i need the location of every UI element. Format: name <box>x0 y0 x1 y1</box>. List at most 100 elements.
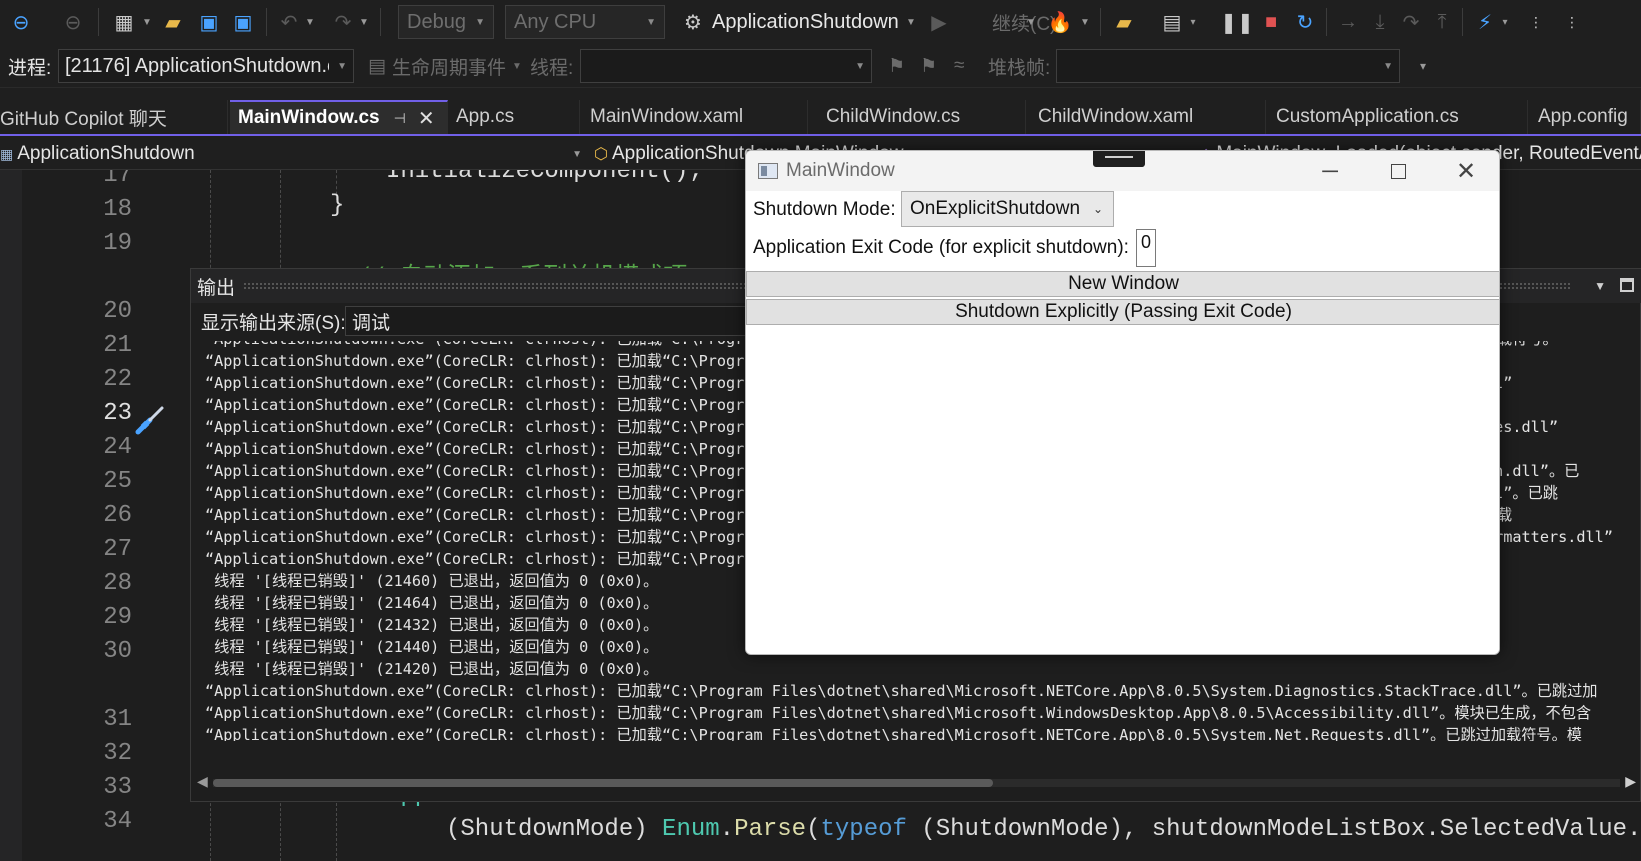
undo-icon[interactable]: ↶ <box>276 0 302 44</box>
chevron-down-icon: ⌄ <box>1092 202 1103 216</box>
hot-reload-dropdown-icon[interactable]: ▼ <box>1078 0 1092 44</box>
new-project-icon[interactable]: ▦ <box>110 0 138 44</box>
horizontal-scrollbar[interactable]: ◀ ▶ <box>191 769 1641 795</box>
tab-label: MainWindow.cs <box>238 107 380 128</box>
flag-icon[interactable]: ⚑ <box>888 44 905 88</box>
chevron-down-icon: ▼ <box>855 60 865 72</box>
class-icon: ⬡ <box>594 146 608 163</box>
tab-label: CustomApplication.cs <box>1276 106 1459 127</box>
output-line: “ApplicationShutdown.exe”(CoreCLR: clrho… <box>205 682 1598 700</box>
pause-icon[interactable]: ❚❚ <box>1220 0 1254 44</box>
step-over-icon[interactable]: ↷ <box>1398 0 1424 44</box>
exit-code-input[interactable]: 0 <box>1136 229 1156 267</box>
layout-dropdown-icon[interactable]: ▾ <box>1188 0 1198 44</box>
configuration-value: Debug <box>407 10 466 33</box>
platform-combo[interactable]: Any CPU ▼ <box>505 5 665 39</box>
output-source-value: 调试 <box>352 312 391 334</box>
open-folder-icon[interactable]: ▰ <box>160 0 186 44</box>
tab-customapplication-cs[interactable]: CustomApplication.cs <box>1268 100 1528 134</box>
startup-project-selector[interactable]: ApplicationShutdown <box>712 0 899 44</box>
code-token: typeof <box>820 816 907 843</box>
window-layout-icon[interactable]: ▤ <box>1158 0 1186 44</box>
code-token: ( <box>806 816 821 843</box>
close-icon[interactable]: ✕ <box>418 106 435 131</box>
maximize-icon[interactable] <box>1620 278 1634 292</box>
chevron-down-icon: ▼ <box>572 148 582 160</box>
new-window-button[interactable]: New Window <box>746 271 1499 297</box>
startup-project-dropdown-icon[interactable]: ▼ <box>904 0 918 44</box>
process-combo[interactable]: [21176] ApplicationShutdown.exe ▼ <box>58 49 354 83</box>
toolbar-options-icon[interactable]: ▾ <box>1420 44 1426 88</box>
minimize-icon[interactable]: ─ <box>1296 151 1364 191</box>
stop-icon[interactable]: ■ <box>1258 0 1284 44</box>
hot-reload-icon[interactable]: 🔥 <box>1046 0 1074 44</box>
tab-mainwindow-xaml[interactable]: MainWindow.xaml <box>582 100 808 134</box>
redo-icon[interactable]: ↷ <box>330 0 356 44</box>
navigate-back-icon[interactable]: ⊖ <box>8 0 34 44</box>
line-number: 19 <box>103 230 132 257</box>
shutdown-mode-value: OnExplicitShutdown <box>910 198 1081 219</box>
tab-mainwindow-cs[interactable]: MainWindow.cs ⊣ ✕ <box>230 100 448 134</box>
scroll-right-icon[interactable]: ▶ <box>1625 773 1636 790</box>
shutdown-explicitly-button[interactable]: Shutdown Explicitly (Passing Exit Code) <box>746 299 1499 325</box>
diagnostic-tools-icon[interactable]: ⚡ <box>1472 0 1498 44</box>
line-number: 21 <box>103 332 132 359</box>
new-project-dropdown-icon[interactable]: ▼ <box>140 0 154 44</box>
tab-copilot-chat[interactable]: GitHub Copilot 聊天 <box>0 100 228 134</box>
lifecycle-events-icon[interactable]: ▤ <box>368 44 386 88</box>
debug-toolbar-grip[interactable] <box>1093 151 1145 167</box>
line-number: 18 <box>103 196 132 223</box>
line-number: 23 <box>103 400 132 427</box>
line-number: 22 <box>103 366 132 393</box>
close-icon[interactable]: ✕ <box>1432 151 1499 191</box>
restart-icon[interactable]: ↻ <box>1292 0 1318 44</box>
toolbar-overflow-icon[interactable]: ⋮ <box>1524 0 1548 44</box>
window-icon <box>758 163 778 179</box>
diagnostics-dropdown-icon[interactable]: ▾ <box>1500 0 1510 44</box>
save-icon[interactable]: ▣ <box>196 0 222 44</box>
redo-dropdown-icon[interactable]: ▼ <box>358 0 370 44</box>
screwdriver-icon[interactable] <box>132 402 168 438</box>
step-into-icon[interactable]: ⤓ <box>1368 0 1392 44</box>
undo-dropdown-icon[interactable]: ▼ <box>304 0 316 44</box>
show-threads-icon[interactable]: ≈ <box>954 44 964 88</box>
save-all-icon[interactable]: ▣ <box>230 0 256 44</box>
step-out-icon[interactable]: ⤒ <box>1430 0 1454 44</box>
output-line: 线程 '[线程已销毁]' (21432) 已退出，返回值为 0 (0x0)。 <box>205 616 659 634</box>
shutdown-mode-label: Shutdown Mode: <box>753 199 896 220</box>
window-title: MainWindow <box>786 160 895 181</box>
window-titlebar[interactable]: MainWindow ─ ✕ <box>746 151 1499 191</box>
navigate-forward-icon[interactable]: ⊖ <box>60 0 86 44</box>
tab-app-config[interactable]: App.config <box>1530 100 1641 134</box>
tab-app-cs[interactable]: App.cs <box>448 100 580 134</box>
tab-label: GitHub Copilot 聊天 <box>0 108 167 130</box>
chevron-down-icon: ▼ <box>1383 60 1393 72</box>
scroll-track[interactable] <box>213 779 1620 787</box>
maximize-icon[interactable] <box>1364 151 1432 191</box>
lifecycle-dropdown-icon[interactable]: ▼ <box>512 44 522 88</box>
play-icon[interactable]: ▶ <box>926 0 952 44</box>
debug-location-toolbar: 进程: [21176] ApplicationShutdown.exe ▼ ▤ … <box>0 44 1641 88</box>
tab-childwindow-cs[interactable]: ChildWindow.cs <box>818 100 1026 134</box>
stackframe-combo[interactable]: ▼ <box>1056 49 1400 83</box>
lifecycle-events-button[interactable]: 生命周期事件 <box>392 44 506 88</box>
thread-combo[interactable]: ▼ <box>580 49 872 83</box>
continue-dropdown-icon[interactable]: ▼ <box>1024 0 1038 44</box>
toolbar-overflow-icon-2[interactable]: ⋮ <box>1560 0 1584 44</box>
show-next-statement-icon[interactable]: → <box>1336 0 1360 44</box>
shutdown-mode-combo[interactable]: OnExplicitShutdown ⌄ <box>901 191 1114 227</box>
folder-search-icon[interactable]: ▰ <box>1110 0 1138 44</box>
stackframe-label: 堆栈帧: <box>988 57 1051 79</box>
flag-all-icon[interactable]: ⚑ <box>920 44 937 88</box>
scroll-left-icon[interactable]: ◀ <box>197 773 208 790</box>
scroll-thumb[interactable] <box>213 779 993 787</box>
window-position-dropdown-icon[interactable]: ▼ <box>1594 269 1606 303</box>
line-number: 29 <box>103 604 132 631</box>
pin-icon[interactable]: ⊣ <box>394 110 406 127</box>
window-content: Shutdown Mode: OnExplicitShutdown ⌄ Appl… <box>746 191 1499 654</box>
project-dropdown[interactable]: ▦ ApplicationShutdown ▼ <box>0 138 588 170</box>
line-number: 28 <box>103 570 132 597</box>
platform-value: Any CPU <box>514 10 597 33</box>
tab-childwindow-xaml[interactable]: ChildWindow.xaml <box>1030 100 1266 134</box>
configuration-combo[interactable]: Debug ▼ <box>398 5 494 39</box>
